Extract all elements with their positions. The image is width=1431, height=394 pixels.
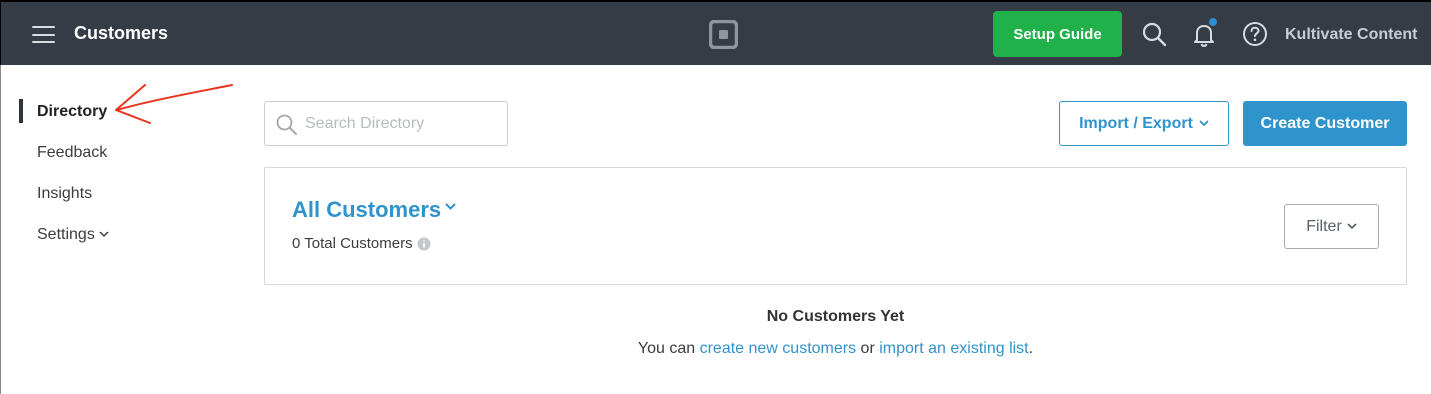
sidebar-item-insights[interactable]: Insights [37, 185, 92, 203]
chevron-down-icon [1199, 120, 1209, 127]
annotation-arrow-icon [115, 84, 233, 124]
empty-state-suffix: . [1028, 340, 1034, 357]
active-indicator [19, 99, 23, 123]
import-export-label: Import / Export [1079, 114, 1193, 132]
total-customers: 0 Total Customers [292, 235, 431, 252]
square-logo-icon[interactable] [708, 19, 739, 50]
setup-guide-button[interactable]: Setup Guide [993, 11, 1122, 57]
customers-panel: All Customers 0 Total Customers Filter [264, 167, 1407, 285]
chevron-down-icon [1347, 223, 1357, 230]
sidebar-item-label: Settings [37, 226, 95, 243]
group-title: All Customers [292, 197, 442, 222]
help-icon[interactable] [1241, 20, 1269, 48]
search-directory[interactable] [264, 101, 508, 146]
chevron-down-icon [99, 231, 109, 238]
empty-state-prefix: You can [637, 340, 700, 357]
customer-group-selector[interactable]: All Customers [292, 197, 456, 223]
import-export-button[interactable]: Import / Export [1059, 101, 1229, 146]
filter-label: Filter [1306, 217, 1342, 235]
sidebar-item-feedback[interactable]: Feedback [37, 144, 107, 162]
sidebar-item-settings[interactable]: Settings [37, 226, 109, 244]
empty-state-text: You can create new customers or import a… [264, 340, 1407, 358]
create-customer-button[interactable]: Create Customer [1243, 101, 1407, 146]
search-input[interactable] [305, 102, 501, 145]
create-new-customers-link[interactable]: create new customers [700, 340, 857, 357]
sidebar-item-directory[interactable]: Directory [37, 103, 107, 121]
import-existing-list-link[interactable]: import an existing list [879, 340, 1028, 357]
account-name[interactable]: Kultivate Content [1285, 26, 1417, 44]
top-bar: Customers Setup Guide Kultivate Content [0, 0, 1431, 65]
total-customers-text: 0 Total Customers [292, 235, 413, 252]
info-icon[interactable] [417, 237, 431, 251]
empty-state-middle: or [856, 340, 880, 357]
chevron-down-icon [445, 203, 456, 210]
bell-icon[interactable] [1190, 18, 1218, 48]
search-icon [276, 114, 297, 135]
filter-button[interactable]: Filter [1284, 204, 1379, 249]
hamburger-icon[interactable] [32, 26, 55, 43]
empty-state-title: No Customers Yet [766, 308, 905, 325]
page-title: Customers [74, 23, 169, 43]
notification-badge [1209, 18, 1217, 26]
search-icon[interactable] [1140, 20, 1168, 48]
